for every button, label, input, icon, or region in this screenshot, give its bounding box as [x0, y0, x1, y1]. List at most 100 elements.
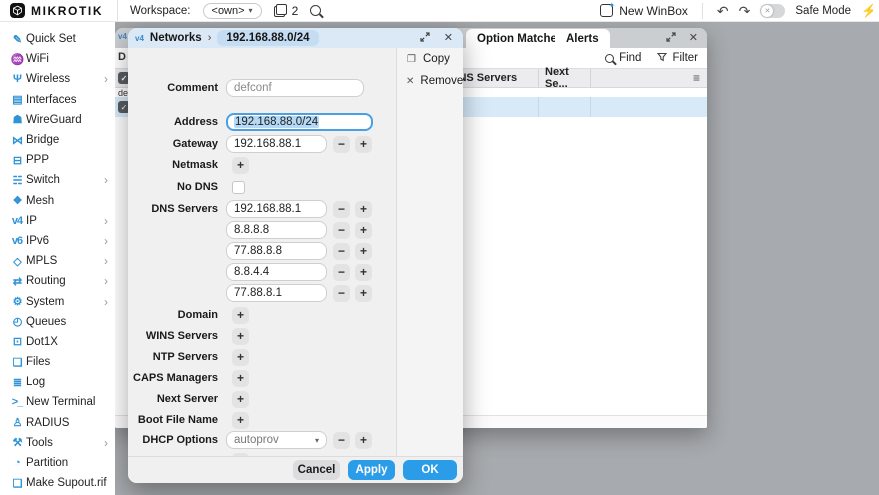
sidebar-item-label: Partition	[26, 457, 108, 469]
selected-text: 192.168.88.0/24	[234, 116, 319, 128]
no-dns-checkbox[interactable]	[232, 181, 245, 194]
column-menu-icon[interactable]: ≡	[693, 71, 700, 85]
sidebar-item-label: Interfaces	[26, 94, 108, 106]
dhcp-options-add-button[interactable]: +	[355, 432, 372, 449]
sidebar-item-radius[interactable]: ♙ RADIUS	[0, 413, 115, 433]
dns-server-input-5[interactable]: 77.88.8.1	[226, 284, 327, 302]
dialog-title-bar: v4 Networks › 192.168.88.0/24 ✕	[128, 28, 463, 48]
new-winbox-button[interactable]: ✦ New WinBox	[600, 4, 688, 18]
sidebar-item-wifi[interactable]: ♒ WiFi	[0, 49, 115, 69]
safe-mode-toggle[interactable]: ✕	[760, 4, 785, 18]
sidebar-item-partition[interactable]: ◔ Partition	[0, 453, 115, 473]
caps-managers-add-button[interactable]: +	[232, 370, 249, 387]
dns-server-add-button-5[interactable]: +	[355, 285, 372, 302]
close-dialog-icon[interactable]: ✕	[444, 33, 453, 44]
field-row-dns-server-3: 77.88.8.8 − +	[128, 242, 372, 260]
dns-server-input-2[interactable]: 8.8.8.8	[226, 221, 327, 239]
gateway-remove-button[interactable]: −	[333, 136, 350, 153]
routing-icon: ⇄	[8, 275, 26, 288]
dns-server-input-4[interactable]: 8.8.4.4	[226, 263, 327, 281]
gateway-add-button[interactable]: +	[355, 136, 372, 153]
sidebar-item-ip[interactable]: v4 IP ›	[0, 211, 115, 231]
gateway-input[interactable]: 192.168.88.1	[226, 135, 327, 153]
dns-server-remove-button-4[interactable]: −	[333, 264, 350, 281]
wins-servers-label: WINS Servers	[128, 330, 226, 342]
domain-add-button[interactable]: +	[232, 307, 249, 324]
sidebar-item-queues[interactable]: ◴ Queues	[0, 312, 115, 332]
undo-button[interactable]: ↶	[717, 4, 729, 18]
sidebar-item-switch[interactable]: ☵ Switch ›	[0, 170, 115, 190]
sidebar-item-wireguard[interactable]: ☗ WireGuard	[0, 110, 115, 130]
next-server-add-button[interactable]: +	[232, 391, 249, 408]
ok-button[interactable]: OK	[403, 460, 457, 480]
sidebar-item-dot1x[interactable]: ⊡ Dot1X	[0, 332, 115, 352]
wins-servers-add-button[interactable]: +	[232, 328, 249, 345]
sidebar-item-make-supout[interactable]: ❑ Make Supout.rif	[0, 473, 115, 493]
sidebar-item-label: Routing	[26, 275, 104, 287]
remove-menu-item[interactable]: ✕ Remove	[397, 70, 463, 92]
dns-server-add-button-1[interactable]: +	[355, 201, 372, 218]
new-winbox-icon: ✦	[600, 4, 613, 17]
dns-server-remove-button-1[interactable]: −	[333, 201, 350, 218]
close-window-icon[interactable]: ✕	[689, 33, 698, 44]
column-header-next-server[interactable]: Next Se...	[538, 69, 590, 87]
dns-servers-label: DNS Servers	[128, 203, 226, 215]
sidebar-item-label: Mesh	[26, 195, 108, 207]
connection-quality-icon[interactable]: ⚡	[861, 3, 873, 19]
sidebar-item-system[interactable]: ⚙ System ›	[0, 291, 115, 311]
dns-server-input-1[interactable]: 192.168.88.1	[226, 200, 327, 218]
tools-icon: ⚒	[8, 436, 26, 449]
dns-server-add-button-2[interactable]: +	[355, 222, 372, 239]
partial-toolbar-button[interactable]: D	[118, 51, 126, 63]
redo-button[interactable]: ↷	[739, 4, 751, 18]
filter-button[interactable]: Filter	[657, 52, 698, 65]
chevron-right-icon: ›	[104, 72, 108, 86]
dns-server-remove-button-3[interactable]: −	[333, 243, 350, 260]
netmask-add-button[interactable]: +	[232, 157, 249, 174]
boot-file-name-add-button[interactable]: +	[232, 412, 249, 429]
ipv4-dialog-icon: v4	[135, 34, 144, 43]
dns-server-input-3[interactable]: 77.88.8.8	[226, 242, 327, 260]
window-count-button[interactable]: 2	[274, 4, 299, 18]
comment-input[interactable]: defconf	[226, 79, 364, 97]
sidebar-item-wireless[interactable]: Ψ Wireless ›	[0, 69, 115, 89]
sidebar-item-log[interactable]: ≣ Log	[0, 372, 115, 392]
dhcp-options-select[interactable]: autoprov ▾	[226, 431, 327, 449]
sidebar-item-label: IPv6	[26, 235, 104, 247]
column-header-empty	[590, 69, 707, 87]
ipv4-icon: v4	[8, 215, 26, 227]
toggle-knob-icon: ✕	[761, 5, 773, 17]
address-input[interactable]: 192.168.88.0/24	[226, 113, 373, 131]
sidebar-item-ipv6[interactable]: v6 IPv6 ›	[0, 231, 115, 251]
sidebar-item-mpls[interactable]: ◇ MPLS ›	[0, 251, 115, 271]
tab-alerts[interactable]: Alerts	[555, 29, 610, 48]
dns-server-add-button-4[interactable]: +	[355, 264, 372, 281]
sidebar-item-routing[interactable]: ⇄ Routing ›	[0, 271, 115, 291]
sidebar-item-bridge[interactable]: ⋈ Bridge	[0, 130, 115, 150]
ntp-servers-add-button[interactable]: +	[232, 349, 249, 366]
sidebar-item-ppp[interactable]: ⊟ PPP	[0, 150, 115, 170]
dns-server-add-button-3[interactable]: +	[355, 243, 372, 260]
cancel-button[interactable]: Cancel	[293, 460, 340, 480]
sidebar-item-quick-set[interactable]: ✎ Quick Set	[0, 29, 115, 49]
copy-menu-item[interactable]: ❐ Copy	[397, 48, 463, 70]
expand-window-icon[interactable]	[666, 29, 676, 47]
field-row-dns-server-4: 8.8.4.4 − +	[128, 263, 372, 281]
search-icon[interactable]	[310, 5, 321, 16]
dns-server-remove-button-2[interactable]: −	[333, 222, 350, 239]
gateway-label: Gateway	[128, 138, 226, 150]
sidebar-item-mesh[interactable]: ❖ Mesh	[0, 191, 115, 211]
sidebar-item-tools[interactable]: ⚒ Tools ›	[0, 433, 115, 453]
find-button[interactable]: Find	[605, 52, 641, 64]
mpls-tag-icon: ◇	[8, 255, 26, 268]
sidebar-item-files[interactable]: ❏ Files	[0, 352, 115, 372]
dns-server-remove-button-5[interactable]: −	[333, 285, 350, 302]
workspace-select[interactable]: <own> ▾	[203, 3, 262, 19]
dhcp-options-remove-button[interactable]: −	[333, 432, 350, 449]
sparkle-icon: ✦	[609, 1, 616, 10]
expand-dialog-icon[interactable]	[420, 29, 430, 47]
sidebar-item-interfaces[interactable]: ▤ Interfaces	[0, 90, 115, 110]
apply-button[interactable]: Apply	[348, 460, 395, 480]
gear-icon: ⚙	[8, 295, 26, 308]
sidebar-item-new-terminal[interactable]: >_ New Terminal	[0, 392, 115, 412]
